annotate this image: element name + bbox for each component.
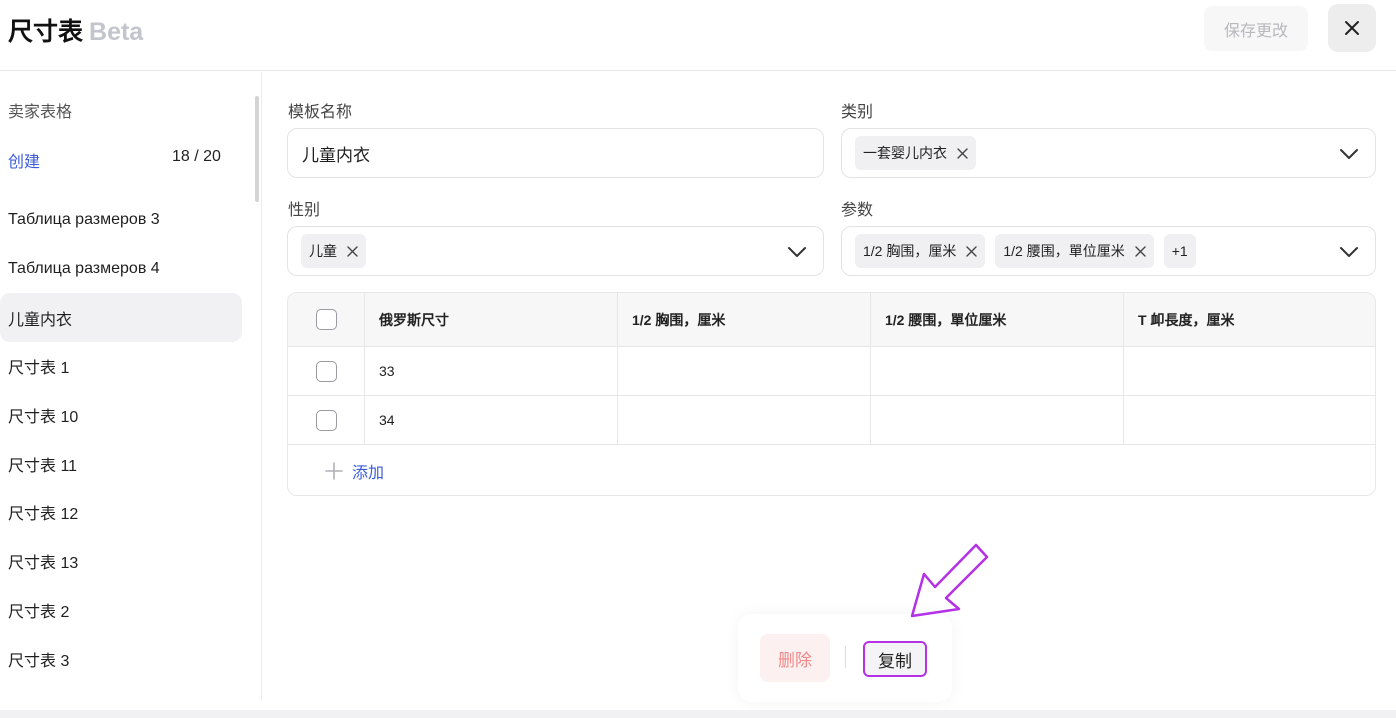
sidebar-item-active[interactable]: 儿童内衣 [0,293,242,343]
sidebar-heading: 卖家表格 [8,104,73,121]
sidebar-item[interactable]: 尺寸表 2 [0,586,242,635]
bottom-strip [0,710,1396,718]
delete-button[interactable]: 删除 [760,634,830,682]
chevron-down-icon[interactable] [787,242,807,262]
gender-label: 性别 [288,202,321,219]
row-checkbox[interactable] [315,409,337,431]
close-icon [1345,21,1359,35]
chip-remove[interactable] [966,245,978,257]
select-all-checkbox[interactable] [315,309,337,330]
gender-select[interactable]: 儿童 [287,226,824,276]
plus-icon [325,462,343,480]
table-cell[interactable] [617,347,870,395]
sidebar-item[interactable]: 尺寸表 1 [0,342,242,391]
params-select[interactable]: 1/2 胸围，厘米 1/2 腰围，單位厘米 +1 [841,226,1376,276]
category-label: 类别 [841,104,874,121]
close-icon [966,245,978,257]
column-header: 俄罗斯尺寸 [364,293,617,346]
add-row-label: 添加 [352,465,385,482]
gender-chip: 儿童 [301,234,366,268]
chip-label: 1/2 胸围，厘米 [863,243,957,259]
column-header: 1/2 胸围，厘米 [617,293,870,346]
size-table: 俄罗斯尺寸 1/2 胸围，厘米 1/2 腰围，單位厘米 T 卹長度，厘米 33 … [287,292,1376,496]
sidebar-item[interactable]: 尺寸表 13 [0,537,242,586]
chip-label: 1/2 腰围，單位厘米 [1003,243,1125,259]
sidebar-item[interactable]: 尺寸表 3 [0,634,242,683]
table-count: 18 / 20 [172,148,221,165]
chevron-down-icon[interactable] [1339,144,1359,164]
row-checkbox-cell [288,396,364,444]
page-title: 尺寸表 Beta [8,12,143,48]
close-button[interactable] [1328,4,1376,52]
chip-remove[interactable] [1135,245,1146,257]
header: 尺寸表 Beta 保存更改 [0,0,1396,71]
table-cell[interactable]: 34 [364,396,617,444]
category-chip: 一套婴儿内衣 [855,136,976,170]
add-row-button[interactable]: 添加 [324,459,384,483]
template-name-value: 儿童内衣 [302,145,370,165]
sidebar-item[interactable]: 尺寸表 11 [0,439,242,488]
table-header: 俄罗斯尺寸 1/2 胸围，厘米 1/2 腰围，單位厘米 T 卹長度，厘米 [288,293,1375,347]
close-icon [347,245,358,257]
sidebar-item[interactable]: 尺寸表 12 [0,488,242,537]
table-cell[interactable]: 33 [364,347,617,395]
sidebar: 卖家表格 创建 18 / 20 Таблица размеров 3 Табли… [0,72,262,700]
chip-remove[interactable] [957,147,968,159]
template-name-input[interactable]: 儿童内衣 [287,128,824,178]
divider [845,646,846,668]
column-header: 1/2 腰围，單位厘米 [870,293,1123,346]
title-text: 尺寸表 [8,18,84,46]
sidebar-item[interactable]: Таблица размеров 3 [0,196,242,245]
params-label: 参数 [841,202,874,219]
table-cell[interactable] [1123,347,1375,395]
more-chip[interactable]: +1 [1163,234,1196,268]
close-icon [957,147,968,159]
create-link[interactable]: 创建 [8,148,40,172]
row-checkbox[interactable] [315,360,337,382]
chip-remove[interactable] [347,245,358,257]
table-cell[interactable] [870,396,1123,444]
table-row: 33 [288,347,1375,396]
template-name-label: 模板名称 [288,104,353,121]
annotation-arrow-icon [910,543,989,618]
sidebar-scrollbar[interactable] [255,96,259,202]
beta-badge: Beta [89,18,144,46]
chip-label: 儿童 [309,243,337,259]
row-checkbox-cell [288,347,364,395]
table-cell[interactable] [1123,396,1375,444]
sidebar-item[interactable]: 尺寸表 10 [0,391,242,440]
table-cell[interactable] [870,347,1123,395]
table-cell[interactable] [617,396,870,444]
sidebar-list: Таблица размеров 3 Таблица размеров 4 儿童… [0,196,242,683]
header-checkbox-cell [288,293,364,346]
close-icon [1135,245,1146,257]
copy-button[interactable]: 复制 [863,641,927,677]
column-header: T 卹長度，厘米 [1123,293,1375,346]
chip-label: 一套婴儿内衣 [863,145,947,161]
save-button[interactable]: 保存更改 [1204,6,1308,51]
chevron-down-icon[interactable] [1339,242,1359,262]
param-chip: 1/2 腰围，單位厘米 [995,234,1154,268]
table-row: 34 [288,396,1375,445]
param-chip: 1/2 胸围，厘米 [855,234,986,268]
category-select[interactable]: 一套婴儿内衣 [841,128,1376,178]
action-bar: 删除 复制 [738,614,952,702]
sidebar-item[interactable]: Таблица размеров 4 [0,245,242,294]
